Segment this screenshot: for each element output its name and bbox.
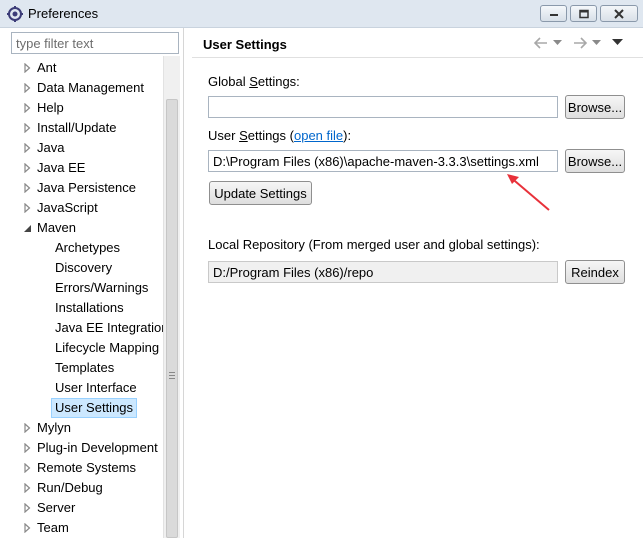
- tree-item[interactable]: Lifecycle Mapping: [0, 338, 165, 358]
- tree-item[interactable]: Errors/Warnings: [0, 278, 165, 298]
- tree-item[interactable]: Installations: [0, 298, 165, 318]
- tree-item-label: JavaScript: [37, 200, 98, 215]
- local-repository-label: Local Repository (From merged user and g…: [208, 237, 540, 252]
- back-dropdown-icon[interactable]: [553, 40, 562, 46]
- tree-item[interactable]: Data Management: [22, 78, 165, 98]
- minimize-icon: [549, 13, 558, 16]
- collapsed-arrow-icon[interactable]: [22, 483, 32, 493]
- tree-item[interactable]: Ant: [22, 58, 165, 78]
- back-icon[interactable]: [533, 36, 549, 50]
- filter-input[interactable]: [11, 32, 179, 54]
- window-title: Preferences: [28, 6, 99, 21]
- close-button[interactable]: [600, 5, 638, 22]
- forward-icon[interactable]: [572, 36, 588, 50]
- global-settings-browse-button[interactable]: Browse...: [565, 95, 625, 119]
- view-menu-icon[interactable]: [612, 39, 623, 46]
- tree-scrollbar[interactable]: [163, 56, 180, 538]
- maximize-icon: [578, 9, 589, 18]
- tree-item[interactable]: User Settings: [0, 398, 165, 418]
- tree-item-label: Maven: [37, 220, 77, 235]
- expanded-arrow-icon[interactable]: [22, 223, 32, 233]
- tree-item-label: Ant: [37, 60, 57, 75]
- tree-item-label: Errors/Warnings: [55, 280, 149, 295]
- tree-item-label: Lifecycle Mapping: [55, 340, 160, 355]
- tree-item[interactable]: Help: [22, 98, 165, 118]
- scrollbar-grip-icon: [169, 375, 175, 376]
- preferences-navigation-panel: Ant Data Management Help Install/Update Java…: [0, 28, 184, 538]
- update-settings-button[interactable]: Update Settings: [209, 181, 312, 205]
- tree-item[interactable]: JavaScript: [22, 198, 165, 218]
- scrollbar-grip-icon: [169, 372, 175, 373]
- tree-item[interactable]: Java EE: [22, 158, 165, 178]
- collapsed-arrow-icon[interactable]: [22, 163, 32, 173]
- tree-item[interactable]: Maven: [22, 218, 165, 238]
- collapsed-arrow-icon[interactable]: [22, 183, 32, 193]
- collapsed-arrow-icon[interactable]: [22, 143, 32, 153]
- tree-item[interactable]: Templates: [0, 358, 165, 378]
- tree-item-label: User Settings: [51, 398, 138, 418]
- tree-item-label: Help: [37, 100, 64, 115]
- collapsed-arrow-icon[interactable]: [22, 203, 32, 213]
- tree-item[interactable]: Discovery: [0, 258, 165, 278]
- page-header: User Settings: [192, 28, 643, 58]
- reindex-button[interactable]: Reindex: [565, 260, 625, 284]
- annotation-arrow-icon: [507, 174, 550, 211]
- tree-item-label: Mylyn: [37, 420, 71, 435]
- tree-item[interactable]: Java EE Integration: [0, 318, 165, 338]
- collapsed-arrow-icon[interactable]: [22, 463, 32, 473]
- tree-item[interactable]: Java: [22, 138, 165, 158]
- open-file-link[interactable]: open file: [294, 128, 343, 143]
- local-repository-field: [208, 261, 558, 283]
- page-title: User Settings: [203, 37, 287, 52]
- user-settings-label: User Settings (open file):: [208, 128, 352, 143]
- tree-item[interactable]: Run/Debug: [22, 478, 165, 498]
- tree-item[interactable]: Plug-in Development: [22, 438, 165, 458]
- collapsed-arrow-icon[interactable]: [22, 423, 32, 433]
- user-settings-page: User Settings Global Settings: Browse...…: [192, 28, 643, 538]
- tree-item[interactable]: Archetypes: [0, 238, 165, 258]
- tree-item-label: Run/Debug: [37, 480, 103, 495]
- tree-item-label: Data Management: [37, 80, 144, 95]
- global-settings-label: Global Settings:: [208, 74, 300, 89]
- global-settings-field[interactable]: [208, 96, 558, 118]
- tree-item[interactable]: Remote Systems: [22, 458, 165, 478]
- scrollbar-thumb[interactable]: [166, 99, 178, 538]
- preferences-app-icon: [7, 6, 23, 22]
- tree-item-label: Team: [37, 520, 69, 535]
- user-settings-browse-button[interactable]: Browse...: [565, 149, 625, 173]
- tree-item-label: Java: [37, 140, 65, 155]
- collapsed-arrow-icon[interactable]: [22, 123, 32, 133]
- tree-item[interactable]: Java Persistence: [22, 178, 165, 198]
- collapsed-arrow-icon[interactable]: [22, 443, 32, 453]
- tree-item-label: Java EE Integration: [55, 320, 165, 335]
- minimize-button[interactable]: [540, 5, 567, 22]
- tree-item-label: Discovery: [55, 260, 113, 275]
- collapsed-arrow-icon[interactable]: [22, 103, 32, 113]
- tree-item[interactable]: Team: [22, 518, 165, 538]
- collapsed-arrow-icon[interactable]: [22, 523, 32, 533]
- tree-item-label: Java Persistence: [37, 180, 136, 195]
- tree-item-label: Archetypes: [55, 240, 121, 255]
- tree-item-label: Templates: [55, 360, 115, 375]
- tree-item-label: Java EE: [37, 160, 86, 175]
- tree-item-label: Plug-in Development: [37, 440, 158, 455]
- tree-item-label: User Interface: [55, 380, 137, 395]
- tree-item-label: Installations: [55, 300, 124, 315]
- collapsed-arrow-icon[interactable]: [22, 83, 32, 93]
- tree-item-label: Server: [37, 500, 76, 515]
- collapsed-arrow-icon[interactable]: [22, 503, 32, 513]
- scrollbar-grip-icon: [169, 378, 175, 379]
- close-icon: [614, 8, 624, 19]
- tree-item-label: Install/Update: [37, 120, 117, 135]
- tree-item-label: Remote Systems: [37, 460, 136, 475]
- collapsed-arrow-icon[interactable]: [22, 63, 32, 73]
- preferences-tree: Ant Data Management Help Install/Update Java…: [0, 58, 165, 538]
- tree-item[interactable]: Server: [22, 498, 165, 518]
- tree-item[interactable]: Install/Update: [22, 118, 165, 138]
- title-bar: Preferences: [0, 0, 643, 28]
- maximize-button[interactable]: [570, 5, 597, 22]
- forward-dropdown-icon[interactable]: [592, 40, 601, 46]
- tree-item[interactable]: User Interface: [0, 378, 165, 398]
- tree-item[interactable]: Mylyn: [22, 418, 165, 438]
